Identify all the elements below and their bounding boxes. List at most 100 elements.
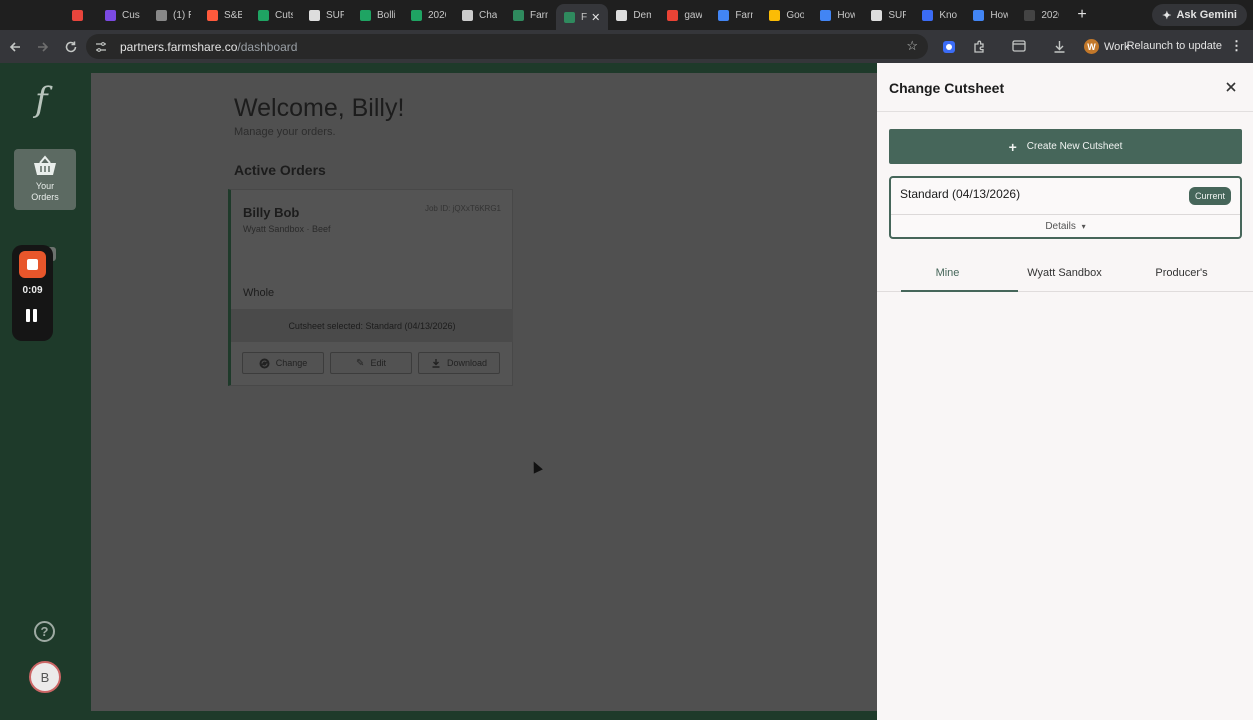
browser-tab[interactable]: Farm — [505, 0, 556, 30]
url-host: partners.farmshare.co — [120, 39, 238, 54]
tab-favicon-icon — [667, 9, 679, 21]
tab-favicon-icon — [973, 9, 985, 21]
tab-wyatt-sandbox[interactable]: Wyatt Sandbox — [1006, 259, 1123, 291]
tab-title: F — [581, 11, 588, 23]
edit-cutsheet-button[interactable]: ✎ Edit — [330, 352, 412, 374]
details-label: Details — [1045, 221, 1076, 232]
create-new-cutsheet-button[interactable]: + Create New Cutsheet — [889, 129, 1242, 164]
browser-tab[interactable]: Bolli — [352, 0, 403, 30]
browser-tab[interactable]: How — [812, 0, 863, 30]
tab-title: (1) R — [173, 9, 191, 21]
tab-producers[interactable]: Producer's — [1123, 259, 1240, 291]
tab-mine[interactable]: Mine — [889, 259, 1018, 292]
browser-tab[interactable]: Dem — [608, 0, 659, 30]
stop-recording-button[interactable] — [19, 251, 46, 278]
tab-title: Goo — [786, 9, 805, 21]
browser-tab[interactable]: F ✕ — [556, 4, 609, 30]
tab-close-icon[interactable]: ✕ — [591, 11, 600, 24]
browser-tab[interactable]: Farm — [710, 0, 761, 30]
browser-tab[interactable]: S&B — [199, 0, 250, 30]
farmshare-logo[interactable]: f — [35, 80, 48, 120]
browser-tab[interactable]: SUP — [301, 0, 352, 30]
tab-title: Farm — [735, 9, 753, 21]
content-frame-top — [91, 63, 877, 73]
tab-favicon-icon — [769, 9, 781, 21]
tab-title: Dem — [633, 9, 652, 21]
browser-tab[interactable] — [64, 0, 97, 30]
tab-title: How — [837, 9, 856, 21]
change-label: Change — [275, 358, 308, 368]
browser-tab[interactable]: (1) R — [148, 0, 199, 30]
downloads-icon[interactable] — [1046, 34, 1072, 59]
new-tab-button[interactable]: + — [1067, 6, 1096, 24]
page-subtitle: Manage your orders. — [234, 126, 336, 138]
browser-tab[interactable]: 2026 — [1016, 0, 1067, 30]
download-cutsheet-button[interactable]: Download — [418, 352, 500, 374]
ask-gemini-button[interactable]: ✦ Ask Gemini — [1152, 4, 1247, 26]
cutsheet-name: Standard (04/13/2026) — [900, 187, 1021, 201]
tab-title: gaw — [684, 9, 703, 21]
tab-title: 2026 — [1041, 9, 1059, 21]
gemini-sparkle-icon: ✦ — [1162, 9, 1172, 22]
url-path: /dashboard — [237, 39, 298, 54]
more-menu-icon[interactable]: ⋮ — [1230, 38, 1243, 54]
browser-tab[interactable]: How — [965, 0, 1016, 30]
tab-title: Knoi — [939, 9, 958, 21]
address-bar[interactable]: partners.farmshare.co/dashboard ☆ — [86, 34, 928, 59]
browser-tab[interactable]: Cust — [97, 0, 148, 30]
order-customer-name: Billy Bob — [243, 205, 300, 220]
browser-tab[interactable]: Goo — [761, 0, 812, 30]
browser-tab[interactable]: gaw — [659, 0, 710, 30]
extensions-puzzle-icon[interactable] — [966, 34, 992, 59]
relaunch-to-update-button[interactable]: Relaunch to update ⋮ — [1119, 35, 1247, 57]
browser-tab[interactable]: Cuts — [250, 0, 301, 30]
order-card: Billy Bob Wyatt Sandbox · Beef Job ID: j… — [228, 189, 513, 386]
current-badge: Current — [1188, 187, 1231, 205]
change-cutsheet-button[interactable]: Change — [242, 352, 324, 374]
tab-search-icon[interactable] — [1006, 34, 1032, 59]
site-info-icon[interactable] — [94, 40, 108, 54]
extension-shield-icon[interactable] — [936, 34, 962, 59]
tab-title: 2026 — [428, 9, 446, 21]
profile-avatar: W — [1084, 39, 1099, 54]
browser-toolbar: partners.farmshare.co/dashboard ☆ W Work — [0, 30, 1253, 63]
basket-icon — [34, 155, 56, 175]
user-avatar[interactable]: B — [29, 661, 61, 693]
toolbar-actions: W Work — [936, 34, 1129, 59]
edit-label: Edit — [370, 358, 386, 368]
cutsheet-card-divider — [891, 214, 1240, 215]
plus-icon: + — [1008, 138, 1017, 155]
cutsheet-details-toggle[interactable]: Details ▾ — [891, 221, 1240, 232]
tab-title: Cust — [122, 9, 140, 21]
order-cut-type: Whole — [243, 287, 275, 299]
your-orders-label: Your Orders — [31, 181, 59, 203]
browser-tab[interactable]: Knoi — [914, 0, 965, 30]
sidebar-item-your-orders[interactable]: Your Orders — [14, 149, 76, 210]
download-label: Download — [446, 358, 488, 368]
browser-tab[interactable]: SUP — [863, 0, 914, 30]
ask-gemini-label: Ask Gemini — [1176, 9, 1237, 21]
tab-favicon-icon — [156, 9, 167, 21]
tab-favicon-icon — [207, 9, 218, 21]
cutsheet-card[interactable]: Standard (04/13/2026) Current Details ▾ — [889, 176, 1242, 239]
dashboard-overlay[interactable] — [91, 73, 877, 711]
cutsheet-selected-banner: Cutsheet selected: Standard (04/13/2026) — [231, 309, 513, 342]
browser-tab[interactable]: 2026 — [403, 0, 454, 30]
chevron-down-icon: ▾ — [1081, 222, 1086, 231]
browser-tab[interactable]: Cha — [454, 0, 505, 30]
forward-icon[interactable] — [30, 34, 56, 60]
content-frame-bottom — [91, 711, 877, 720]
close-icon[interactable] — [1225, 80, 1237, 97]
browser-tab-strip: Cust (1) R S&B Cuts SUP Bolli 2026 Cha Farm F✕ Dem… — [0, 0, 1253, 30]
tab-title: SUP — [888, 9, 907, 21]
pause-recording-button[interactable] — [26, 309, 39, 322]
back-icon[interactable] — [2, 34, 28, 60]
create-new-cutsheet-label: Create New Cutsheet — [1026, 141, 1123, 152]
help-icon[interactable]: ? — [34, 621, 55, 642]
tab-favicon-icon — [411, 9, 422, 21]
reload-icon[interactable] — [58, 34, 84, 60]
tab-favicon-icon — [105, 9, 116, 21]
download-icon — [432, 359, 440, 368]
bookmark-star-icon[interactable]: ☆ — [906, 38, 918, 54]
tab-favicon-icon — [72, 9, 83, 21]
